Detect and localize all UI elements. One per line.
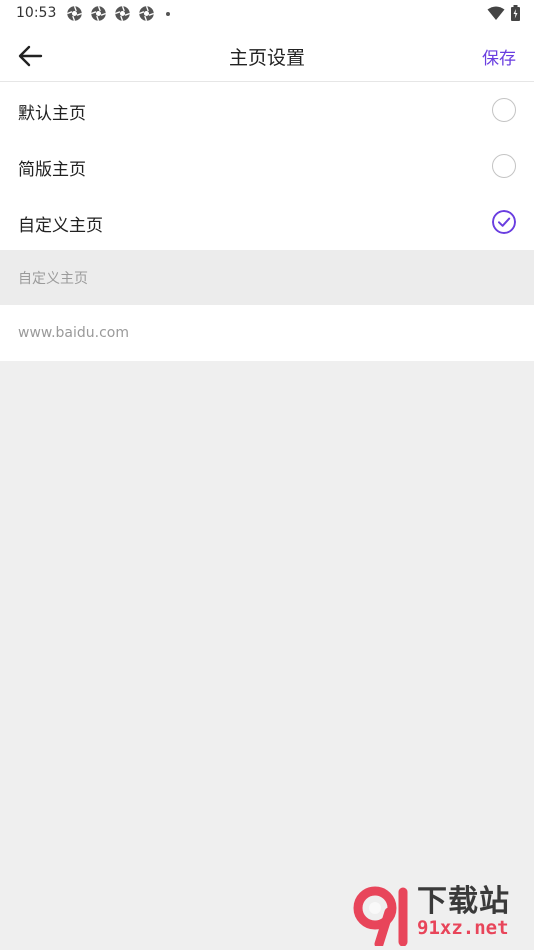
notification-icons — [66, 5, 170, 22]
aperture-icon — [67, 6, 82, 21]
battery-icon — [511, 5, 520, 21]
section-header-label: 自定义主页 — [18, 271, 88, 287]
save-button[interactable]: 保存 — [482, 44, 516, 69]
aperture-icon — [115, 6, 130, 21]
watermark-title: 下载站 — [417, 884, 510, 919]
radio-unchecked-icon[interactable] — [492, 154, 516, 178]
aperture-icon — [139, 6, 154, 21]
option-default-homepage[interactable]: 默认主页 — [0, 82, 534, 138]
status-bar: 10:53 — [0, 0, 534, 28]
option-custom-homepage[interactable]: 自定义主页 — [0, 194, 534, 250]
custom-url-input[interactable] — [16, 317, 520, 349]
toolbar: 主页设置 保存 — [0, 28, 534, 82]
option-label: 自定义主页 — [18, 216, 103, 236]
radio-unchecked-icon[interactable] — [492, 98, 516, 122]
custom-url-row — [0, 305, 534, 361]
homepage-options: 默认主页 简版主页 自定义主页 — [0, 82, 534, 250]
radio-checked-icon[interactable] — [492, 210, 516, 234]
option-simple-homepage[interactable]: 简版主页 — [0, 138, 534, 194]
page-title: 主页设置 — [228, 47, 305, 69]
watermark-url: 91xz.net — [417, 917, 509, 939]
custom-section-header: 自定义主页 — [0, 250, 534, 305]
wifi-icon — [487, 6, 505, 20]
site-logo-icon — [353, 886, 408, 946]
status-time: 10:53 — [16, 5, 57, 21]
option-label: 默认主页 — [18, 104, 86, 124]
watermark: 下载站 91xz.net — [353, 886, 528, 946]
status-right-icons — [487, 5, 520, 21]
option-label: 简版主页 — [18, 160, 86, 180]
more-notifications-dot-icon — [166, 11, 170, 16]
aperture-icon — [91, 6, 106, 21]
